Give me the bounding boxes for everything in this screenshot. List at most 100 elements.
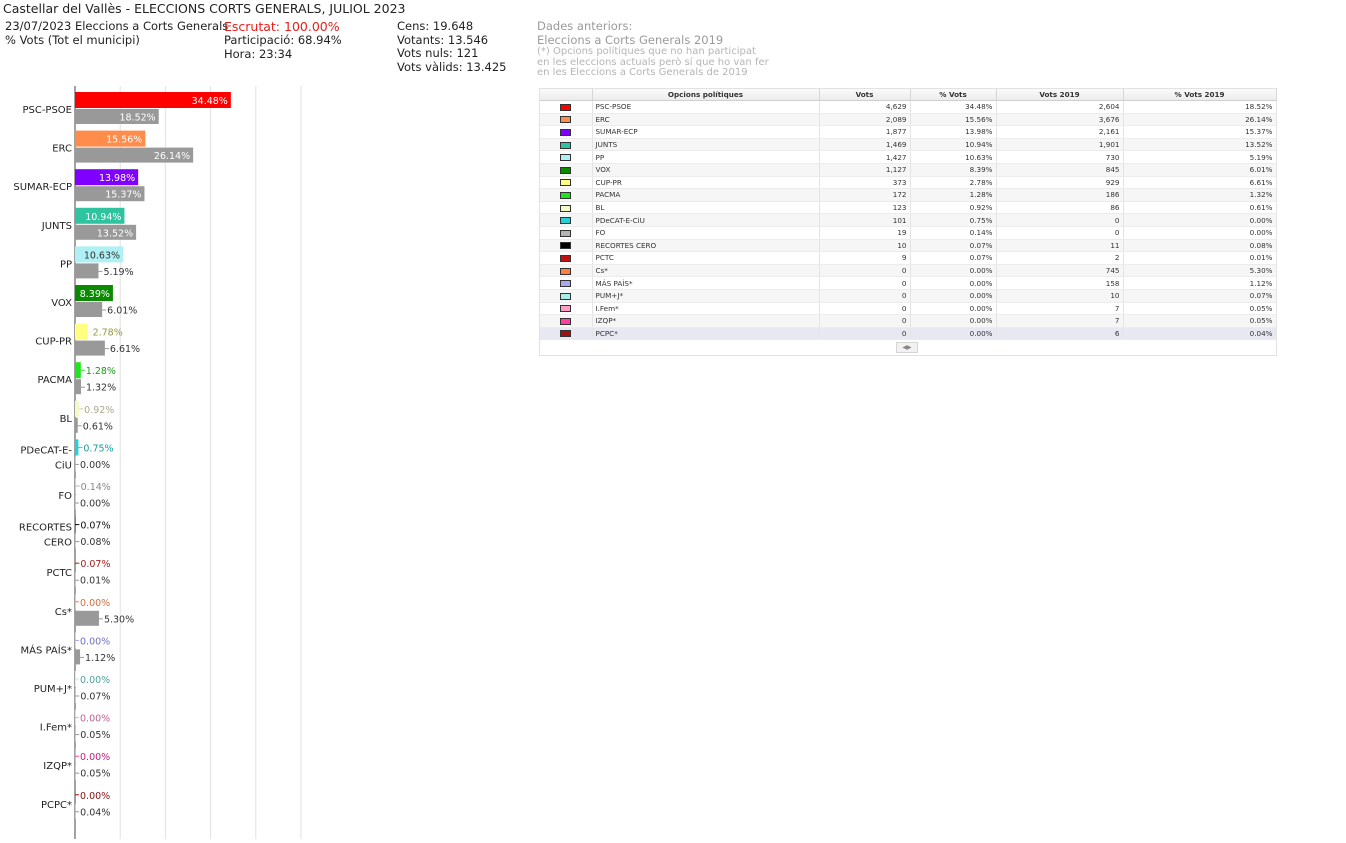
- category-label-line: CUP-PR: [35, 337, 72, 348]
- table-row[interactable]: IZQP* 0 0.00% 7 0.05%: [540, 314, 1277, 328]
- category-label: ERC: [52, 144, 72, 155]
- table-row[interactable]: PCPC* 0 0.00% 6 0.04%: [540, 327, 1277, 341]
- results-bar-chart: PSC-PSOE 34.48% 18.52% ERC 15.56% 26.14% SUMAR…: [0, 86, 320, 843]
- col-header-party[interactable]: Opcions polítiques: [592, 89, 820, 101]
- party-cell: PCPC*: [592, 327, 820, 341]
- party-color-swatch: [560, 317, 572, 325]
- table-row[interactable]: PUM+J* 0 0.00% 10 0.07%: [540, 289, 1277, 303]
- count-status: Escrutat: 100.00% Participació: 68.94% H…: [224, 20, 342, 61]
- color-cell: [540, 163, 593, 177]
- table-row[interactable]: PACMA 172 1.28% 186 1.32%: [540, 188, 1277, 202]
- table-row[interactable]: PP 1,427 10.63% 730 5.19%: [540, 150, 1277, 164]
- note-line-1: (*) Opcions polítiques que no han partic…: [537, 46, 756, 57]
- party-cell: PACMA: [592, 188, 820, 202]
- pct-2019-cell: 5.19%: [1123, 150, 1277, 164]
- table-row[interactable]: I.Fem* 0 0.00% 7 0.05%: [540, 302, 1277, 316]
- votes-cell: 0: [819, 264, 911, 278]
- votes-2019-cell: 7: [996, 302, 1124, 316]
- category-label: PP: [60, 259, 72, 270]
- table-row[interactable]: BL 123 0.92% 86 0.61%: [540, 201, 1277, 215]
- votes-2019-cell: 745: [996, 264, 1124, 278]
- party-cell: FO: [592, 226, 820, 240]
- pct-cell: 0.00%: [910, 314, 997, 328]
- value-label-2019: 0.61%: [83, 421, 113, 432]
- col-header-color[interactable]: [540, 89, 593, 101]
- table-row[interactable]: PSC-PSOE 4,629 34.48% 2,604 18.52%: [540, 100, 1277, 114]
- votes-cell: 1,127: [819, 163, 911, 177]
- category-label-line: IZQP*: [43, 761, 72, 772]
- votes-2019-cell: 2,604: [996, 100, 1124, 114]
- pct-2019-cell: 1.32%: [1123, 188, 1277, 202]
- col-header-votes[interactable]: Vots: [819, 89, 911, 101]
- bar-2019: [75, 263, 99, 279]
- votes-2019-cell: 11: [996, 239, 1124, 253]
- table-row[interactable]: Cs* 0 0.00% 745 5.30%: [540, 264, 1277, 278]
- color-cell: [540, 264, 593, 278]
- category-label: BL: [60, 414, 73, 425]
- votes-cell: 0: [819, 314, 911, 328]
- col-header-pct-2019[interactable]: % Vots 2019: [1123, 89, 1277, 101]
- table-row[interactable]: CUP-PR 373 2.78% 929 6.61%: [540, 176, 1277, 190]
- table-row[interactable]: VOX 1,127 8.39% 845 6.01%: [540, 163, 1277, 177]
- value-label-2023: 0.00%: [80, 598, 110, 609]
- color-cell: [540, 100, 593, 114]
- value-label-2023: 10.94%: [85, 212, 121, 223]
- color-cell: [540, 188, 593, 202]
- color-cell: [540, 113, 593, 127]
- table-row[interactable]: SUMAR-ECP 1,877 13.98% 2,161 15.37%: [540, 125, 1277, 139]
- prev-title: Dades anteriors:: [537, 19, 633, 33]
- value-label-2019: 0.08%: [80, 537, 110, 548]
- color-cell: [540, 239, 593, 253]
- color-cell: [540, 289, 593, 303]
- votes-2019-cell: 186: [996, 188, 1124, 202]
- col-header-pct[interactable]: % Vots: [910, 89, 997, 101]
- nuls-value: Vots nuls: 121: [397, 46, 479, 60]
- value-label-2019: 0.07%: [80, 692, 110, 703]
- table-row[interactable]: PCTC 9 0.07% 2 0.01%: [540, 251, 1277, 265]
- color-cell: [540, 138, 593, 152]
- value-label-2019: 0.05%: [80, 769, 110, 780]
- bar-2023: [75, 439, 79, 456]
- votes-cell: 373: [819, 176, 911, 190]
- value-label-2023: 15.56%: [106, 135, 142, 146]
- value-label-2019: 1.12%: [85, 653, 115, 664]
- color-cell: [540, 327, 593, 341]
- category-label-line: BL: [60, 414, 73, 425]
- pct-cell: 0.14%: [910, 226, 997, 240]
- table-pager[interactable]: ◀▶: [896, 342, 918, 353]
- party-color-swatch: [560, 166, 572, 174]
- table-row[interactable]: MÁS PAÍS* 0 0.00% 158 1.12%: [540, 276, 1277, 290]
- col-header-votes-2019[interactable]: Vots 2019: [996, 89, 1124, 101]
- hora-value: Hora: 23:34: [224, 46, 293, 61]
- category-label-line: PCTC: [46, 568, 72, 579]
- previous-data: Dades anteriors: Eleccions a Corts Gener…: [537, 19, 769, 79]
- bar-2023: [75, 400, 80, 417]
- election-line: 23/07/2023 Eleccions a Corts Generals: [5, 19, 229, 33]
- value-label-2019: 5.19%: [103, 267, 133, 278]
- category-label-line: RECORTES: [19, 523, 72, 534]
- table-row[interactable]: RECORTES CERO 10 0.07% 11 0.08%: [540, 239, 1277, 253]
- votants-value: Votants: 13.546: [397, 32, 489, 47]
- pct-2019-cell: 0.61%: [1123, 201, 1277, 215]
- bar-2023: [75, 362, 81, 379]
- table-row[interactable]: PDeCAT-E-CiU 101 0.75% 0 0.00%: [540, 213, 1277, 227]
- pct-cell: 10.63%: [910, 150, 997, 164]
- votes-2019-cell: 0: [996, 213, 1124, 227]
- votes-cell: 9: [819, 251, 911, 265]
- table-row[interactable]: JUNTS 1,469 10.94% 1,901 13.52%: [540, 138, 1277, 152]
- value-label-2019: 0.05%: [80, 730, 110, 741]
- value-label-2023: 1.28%: [86, 366, 116, 377]
- table-row[interactable]: FO 19 0.14% 0 0.00%: [540, 226, 1277, 240]
- color-cell: [540, 276, 593, 290]
- party-cell: I.Fem*: [592, 302, 820, 316]
- color-cell: [540, 302, 593, 316]
- party-cell: Cs*: [592, 264, 820, 278]
- pct-2019-cell: 0.00%: [1123, 213, 1277, 227]
- value-label-2019: 0.04%: [80, 807, 110, 818]
- table-row[interactable]: ERC 2,089 15.56% 3,676 26.14%: [540, 113, 1277, 127]
- bar-2019: [75, 379, 81, 395]
- party-cell: PP: [592, 150, 820, 164]
- category-label-line: PCPC*: [41, 800, 72, 811]
- votes-2019-cell: 6: [996, 327, 1124, 341]
- votes-2019-cell: 2: [996, 251, 1124, 265]
